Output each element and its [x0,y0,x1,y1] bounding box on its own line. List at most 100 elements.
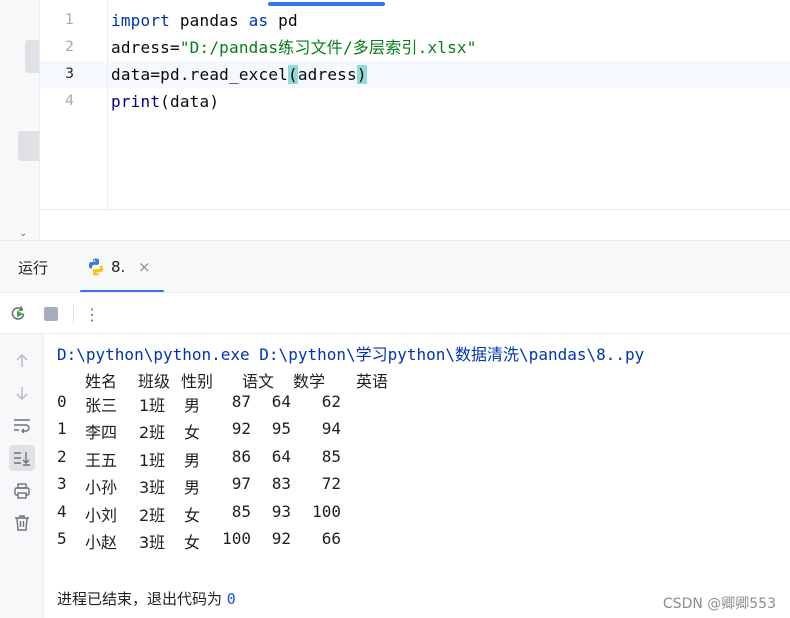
chevron-down-icon[interactable]: ⌄ [19,228,27,239]
console-output[interactable]: D:\python\python.exe D:\python\学习python\… [44,334,790,618]
rerun-button[interactable] [7,303,29,325]
cell-chinese: 97 [231,474,251,494]
code-line-4[interactable]: print(data) [111,88,219,115]
code-token: ) [356,65,367,84]
side-strip-tab[interactable] [18,131,39,161]
cell-class: 2班 [139,423,166,443]
console-side-toolbar [0,334,44,618]
cell-name: 王五 [85,450,118,470]
code-token: adress= [111,38,180,57]
arrow-up-icon[interactable] [9,348,35,374]
line-number: 2 [65,39,74,55]
column-header-english: 英语 [356,372,389,391]
cell-english: 66 [321,529,341,548]
python-icon [89,258,103,276]
column-header-class: 班级 [138,372,171,391]
exit-code: 0 [226,590,236,608]
run-command-line[interactable]: D:\python\python.exe D:\python\学习python\… [57,341,644,365]
cell-math: 83 [271,474,291,494]
code-line-3[interactable]: data=pd.read_excel(adress) [111,61,367,88]
table-row: 2 王五 1班男 86 64 85 [44,447,744,474]
watermark: CSDN @卿卿553 [662,596,776,612]
table-row: 1 李四 2班女 92 95 94 [44,419,744,446]
cell-class: 3班 [139,478,166,498]
code-token: adress [297,65,357,84]
cell-name: 小孙 [85,478,118,498]
arrow-down-icon[interactable] [9,380,35,406]
code-token: as [248,11,269,30]
code-token: import [111,11,170,30]
row-index: 2 [57,446,67,466]
code-token: (data) [160,92,220,111]
run-tab[interactable]: 8. × [80,249,164,293]
code-token: "D:/pandas练习文件/多层索引.xlsx" [179,38,477,57]
editor-divider [40,209,790,210]
more-options-button[interactable]: ⋮ [81,303,103,325]
scroll-to-end-icon[interactable] [9,445,35,471]
cell-chinese: 86 [231,446,251,466]
cell-name: 小刘 [85,505,118,525]
cell-name: 李四 [85,423,118,443]
table-row: 3 小孙 3班男 97 83 72 [44,474,744,501]
column-header-math: 数学 [293,372,326,391]
code-editor[interactable]: ⌄ 1 2 3 4 import pandas as pd adress="D:… [0,0,790,240]
toolbar-separator [73,305,74,323]
cell-class: 3班 [139,533,166,552]
editor-side-strip: ⌄ [0,0,40,240]
cell-gender: 男 [184,478,201,498]
cell-class: 1班 [139,450,166,470]
code-token: pd [268,11,298,30]
run-tab-label: 8. [111,258,126,276]
cell-class: 1班 [139,396,166,415]
stop-button[interactable] [40,303,62,325]
cell-class: 2班 [139,505,166,525]
code-token: pandas [170,11,249,30]
table-row: 5 小赵 3班女 100 92 66 [44,529,744,556]
cell-chinese: 85 [231,501,251,521]
cell-english: 85 [321,446,341,466]
process-exit-message: 进程已结束，退出代码为 0 [57,588,236,609]
row-index: 1 [57,419,67,439]
stop-icon [44,307,58,321]
cell-name: 张三 [85,396,118,415]
rerun-icon [11,306,25,320]
cell-chinese: 100 [222,529,251,548]
column-header-name: 姓名 [85,372,118,391]
cell-gender: 男 [184,450,201,470]
column-header-gender: 性别 [181,372,214,391]
cell-math: 64 [271,392,291,411]
cell-gender: 男 [184,396,201,415]
cell-name: 小赵 [85,533,118,552]
table-row: 4 小刘 2班女 85 93 100 [44,502,744,529]
line-number: 1 [65,12,74,28]
run-toolbar: ⋮ [0,292,790,334]
cell-gender: 女 [184,423,201,443]
cell-math: 92 [271,529,291,548]
line-number: 4 [65,93,74,109]
code-token: ( [288,65,298,84]
cell-math: 95 [271,419,291,439]
column-header-chinese: 语文 [242,372,275,391]
row-index: 5 [57,529,67,548]
soft-wrap-icon[interactable] [9,412,35,438]
close-icon[interactable]: × [138,258,151,276]
table-row: 0 张三 1班男 87 64 62 [44,392,744,419]
row-index: 4 [57,501,67,521]
row-index: 3 [57,474,67,494]
code-token: data=pd.read_excel [111,65,288,84]
cell-math: 64 [271,446,291,466]
editor-scroll-indicator [268,2,385,6]
code-line-1[interactable]: import pandas as pd [111,7,298,34]
cell-chinese: 92 [231,419,251,439]
code-line-2[interactable]: adress="D:/pandas练习文件/多层索引.xlsx" [111,34,477,61]
cell-english: 72 [321,474,341,494]
trash-icon[interactable] [9,510,35,536]
cell-english: 62 [321,392,341,411]
run-tool-window-header: 运行 8. × [0,240,790,293]
side-strip-tab[interactable] [25,40,39,73]
cell-chinese: 87 [231,392,251,411]
cell-english: 94 [321,419,341,439]
cell-math: 93 [271,501,291,521]
line-number-active: 3 [65,66,74,82]
print-icon[interactable] [9,478,35,504]
